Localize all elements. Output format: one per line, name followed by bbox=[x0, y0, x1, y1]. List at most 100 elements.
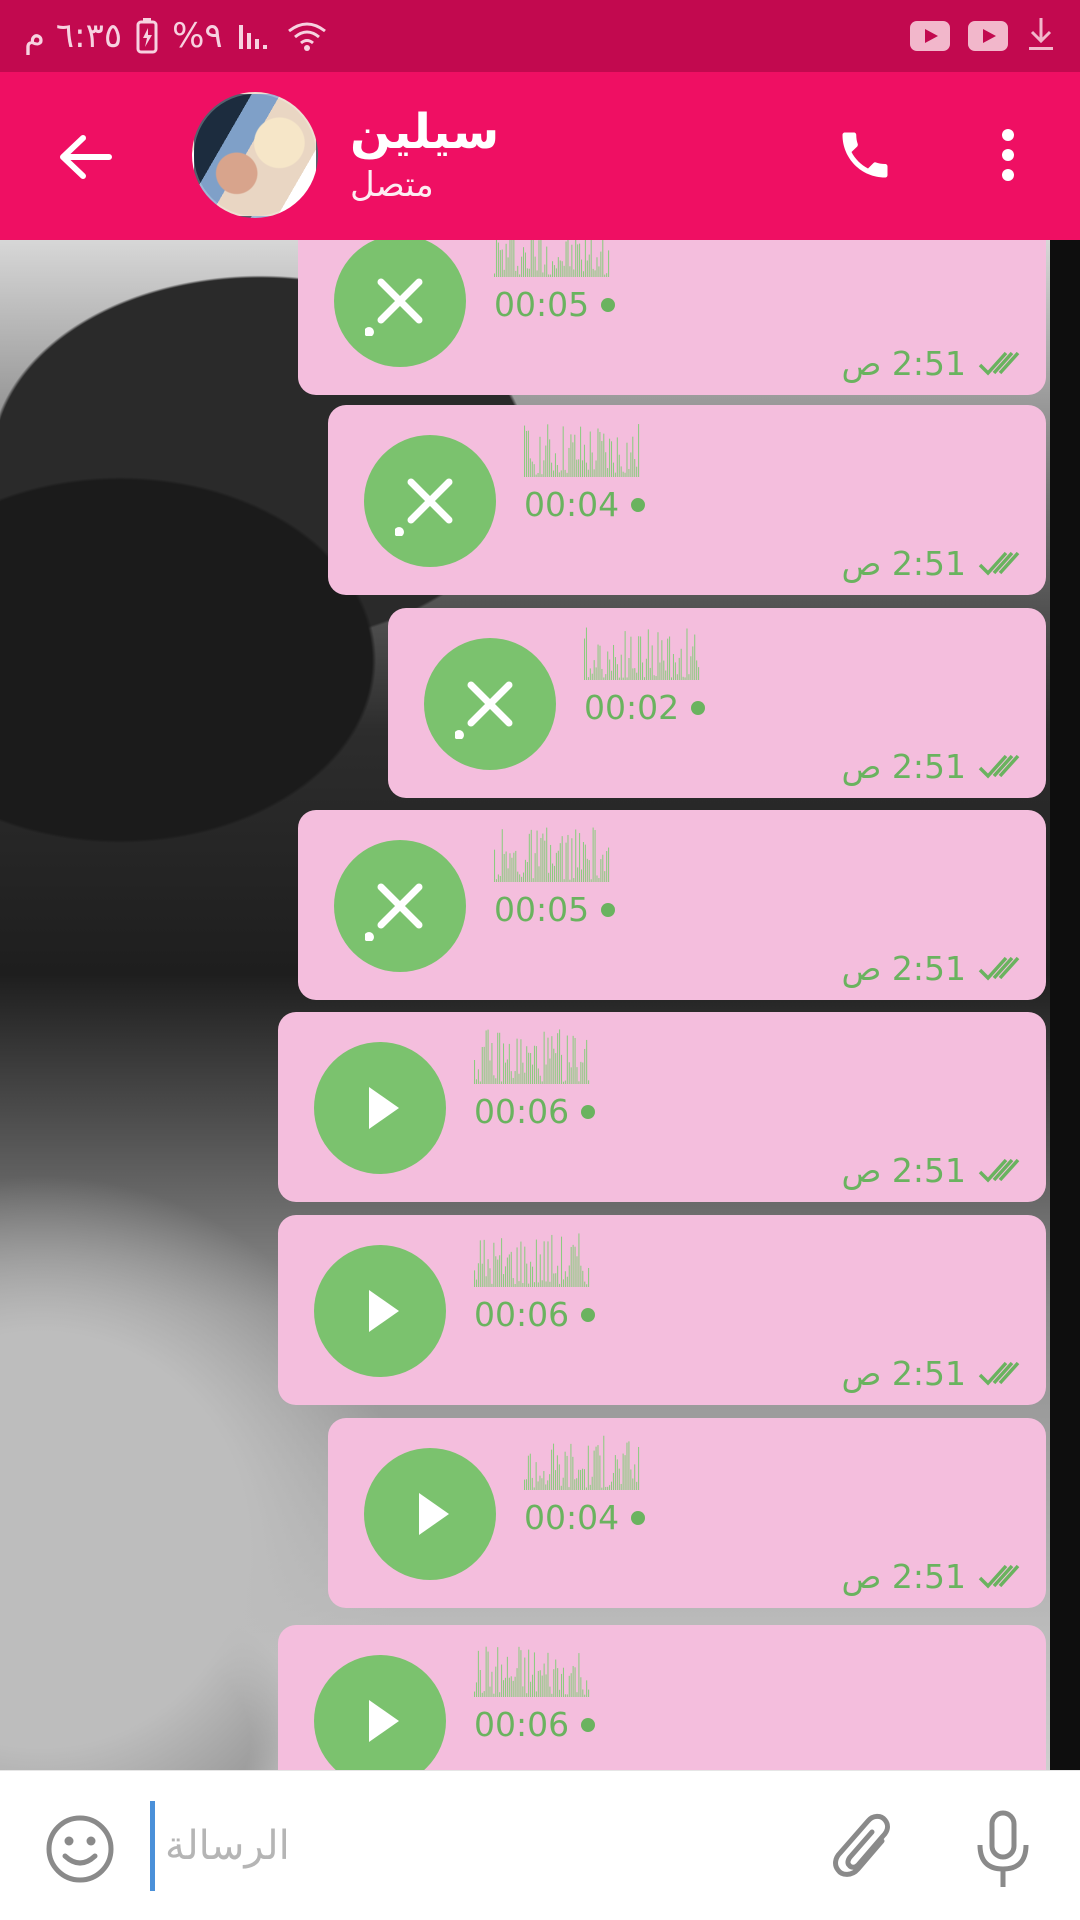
unplayed-dot bbox=[631, 497, 646, 512]
message-time: 2:51 ص bbox=[841, 747, 967, 786]
voice-message-bubble[interactable]: 00:06 2:51 ص bbox=[278, 1215, 1046, 1405]
voice-message-bubble[interactable]: 00:04 2:51 ص bbox=[328, 405, 1046, 595]
message-time: 2:51 ص bbox=[841, 1354, 967, 1393]
message-time: 2:51 ص bbox=[841, 1557, 967, 1596]
close-icon bbox=[365, 883, 423, 941]
close-icon bbox=[395, 478, 453, 536]
cancel-download-button[interactable] bbox=[334, 840, 466, 972]
duration-text: 00:06 bbox=[474, 1705, 570, 1744]
waveform[interactable] bbox=[494, 824, 610, 882]
play-button[interactable] bbox=[364, 1448, 496, 1580]
message-meta: 2:51 ص bbox=[842, 544, 1027, 583]
message-meta: 2:51 ص bbox=[842, 344, 1027, 383]
call-button[interactable] bbox=[830, 120, 900, 190]
contact-status: متصل bbox=[350, 165, 434, 205]
duration-text: 00:06 bbox=[474, 1092, 570, 1131]
unplayed-dot bbox=[631, 1510, 646, 1525]
voice-duration: 00:06 bbox=[474, 1705, 596, 1744]
chat-area[interactable]: 00:05 2:51 ص 00:04 2:51 ص 00:02 2:51 ص 00:05 2:… bbox=[0, 240, 1080, 1770]
message-input[interactable] bbox=[150, 1801, 790, 1891]
message-time: 2:51 ص bbox=[841, 1151, 967, 1190]
unplayed-dot bbox=[691, 700, 706, 715]
signal-icon bbox=[237, 21, 271, 51]
voice-message-bubble[interactable]: 00:05 2:51 ص bbox=[298, 810, 1046, 1000]
unplayed-dot bbox=[581, 1717, 596, 1732]
duration-text: 00:02 bbox=[584, 688, 680, 727]
close-icon bbox=[365, 278, 423, 336]
voice-message-bubble[interactable]: 00:02 2:51 ص bbox=[388, 608, 1046, 798]
waveform[interactable] bbox=[474, 1639, 590, 1697]
message-meta: 2:51 ص bbox=[842, 949, 1027, 988]
double-check-icon bbox=[978, 754, 1020, 779]
back-button[interactable] bbox=[50, 122, 120, 192]
voice-duration: 00:06 bbox=[474, 1092, 596, 1131]
waveform[interactable] bbox=[524, 1432, 640, 1490]
avatar[interactable] bbox=[192, 92, 318, 218]
close-icon bbox=[455, 681, 513, 739]
voice-message-bubble[interactable]: 00:06 2:51 ص bbox=[278, 1012, 1046, 1202]
unplayed-dot bbox=[601, 902, 616, 917]
message-meta: 2:51 ص bbox=[842, 1557, 1027, 1596]
status-right bbox=[910, 16, 1056, 56]
voice-duration: 00:04 bbox=[524, 1498, 646, 1537]
microphone-icon bbox=[977, 1810, 1029, 1887]
cancel-download-button[interactable] bbox=[424, 638, 556, 770]
microphone-button[interactable] bbox=[968, 1807, 1038, 1897]
waveform[interactable] bbox=[494, 240, 610, 277]
emoji-button[interactable] bbox=[44, 1813, 116, 1885]
voice-duration: 00:04 bbox=[524, 485, 646, 524]
voice-duration: 00:05 bbox=[494, 890, 616, 929]
youtube-icon bbox=[910, 21, 950, 51]
phone-icon bbox=[842, 132, 888, 178]
double-check-icon bbox=[978, 1361, 1020, 1386]
play-button[interactable] bbox=[314, 1245, 446, 1377]
voice-message-bubble[interactable]: 00:05 2:51 ص bbox=[298, 240, 1046, 395]
message-input-bar bbox=[0, 1770, 1080, 1920]
play-button[interactable] bbox=[314, 1655, 446, 1770]
play-icon bbox=[369, 1700, 399, 1742]
waveform[interactable] bbox=[584, 622, 700, 680]
waveform[interactable] bbox=[474, 1229, 590, 1287]
waveform[interactable] bbox=[524, 419, 640, 477]
duration-text: 00:06 bbox=[474, 1295, 570, 1334]
unplayed-dot bbox=[601, 297, 616, 312]
contact-name: سيلين bbox=[350, 104, 500, 160]
duration-text: 00:05 bbox=[494, 890, 590, 929]
cancel-download-button[interactable] bbox=[334, 240, 466, 367]
message-time: 2:51 ص bbox=[841, 544, 967, 583]
message-meta: 2:51 ص bbox=[842, 1354, 1027, 1393]
voice-message-bubble[interactable]: 00:06 bbox=[278, 1625, 1046, 1770]
double-check-icon bbox=[978, 1564, 1020, 1589]
message-meta: 2:51 ص bbox=[842, 747, 1027, 786]
unplayed-dot bbox=[581, 1104, 596, 1119]
status-time: ٦:٣٥ م bbox=[24, 16, 123, 56]
duration-text: 00:04 bbox=[524, 485, 620, 524]
waveform[interactable] bbox=[474, 1026, 590, 1084]
play-button[interactable] bbox=[314, 1042, 446, 1174]
wifi-icon bbox=[285, 19, 329, 53]
contact-info[interactable]: سيلين متصل bbox=[350, 104, 499, 208]
arrow-left-icon bbox=[60, 135, 112, 179]
more-options-button[interactable] bbox=[978, 120, 1038, 190]
double-check-icon bbox=[978, 1158, 1020, 1183]
message-time: 2:51 ص bbox=[841, 344, 967, 383]
voice-duration: 00:06 bbox=[474, 1295, 596, 1334]
play-icon bbox=[369, 1087, 399, 1129]
battery-icon bbox=[136, 18, 158, 54]
double-check-icon bbox=[978, 351, 1020, 376]
chat-header: سيلين متصل bbox=[0, 72, 1080, 240]
voice-duration: 00:05 bbox=[494, 285, 616, 324]
voice-message-bubble[interactable]: 00:04 2:51 ص bbox=[328, 1418, 1046, 1608]
status-left: ٦:٣٥ م %٩ bbox=[24, 16, 329, 56]
smiley-icon bbox=[46, 1815, 114, 1883]
cancel-download-button[interactable] bbox=[364, 435, 496, 567]
play-icon bbox=[369, 1290, 399, 1332]
more-vert-icon bbox=[1002, 129, 1014, 181]
attach-button[interactable] bbox=[830, 1811, 900, 1891]
voice-duration: 00:02 bbox=[584, 688, 706, 727]
play-icon bbox=[419, 1493, 449, 1535]
battery-percentage: %٩ bbox=[172, 16, 223, 56]
youtube-icon bbox=[968, 21, 1008, 51]
double-check-icon bbox=[978, 551, 1020, 576]
status-bar: ٦:٣٥ م %٩ bbox=[0, 0, 1080, 72]
